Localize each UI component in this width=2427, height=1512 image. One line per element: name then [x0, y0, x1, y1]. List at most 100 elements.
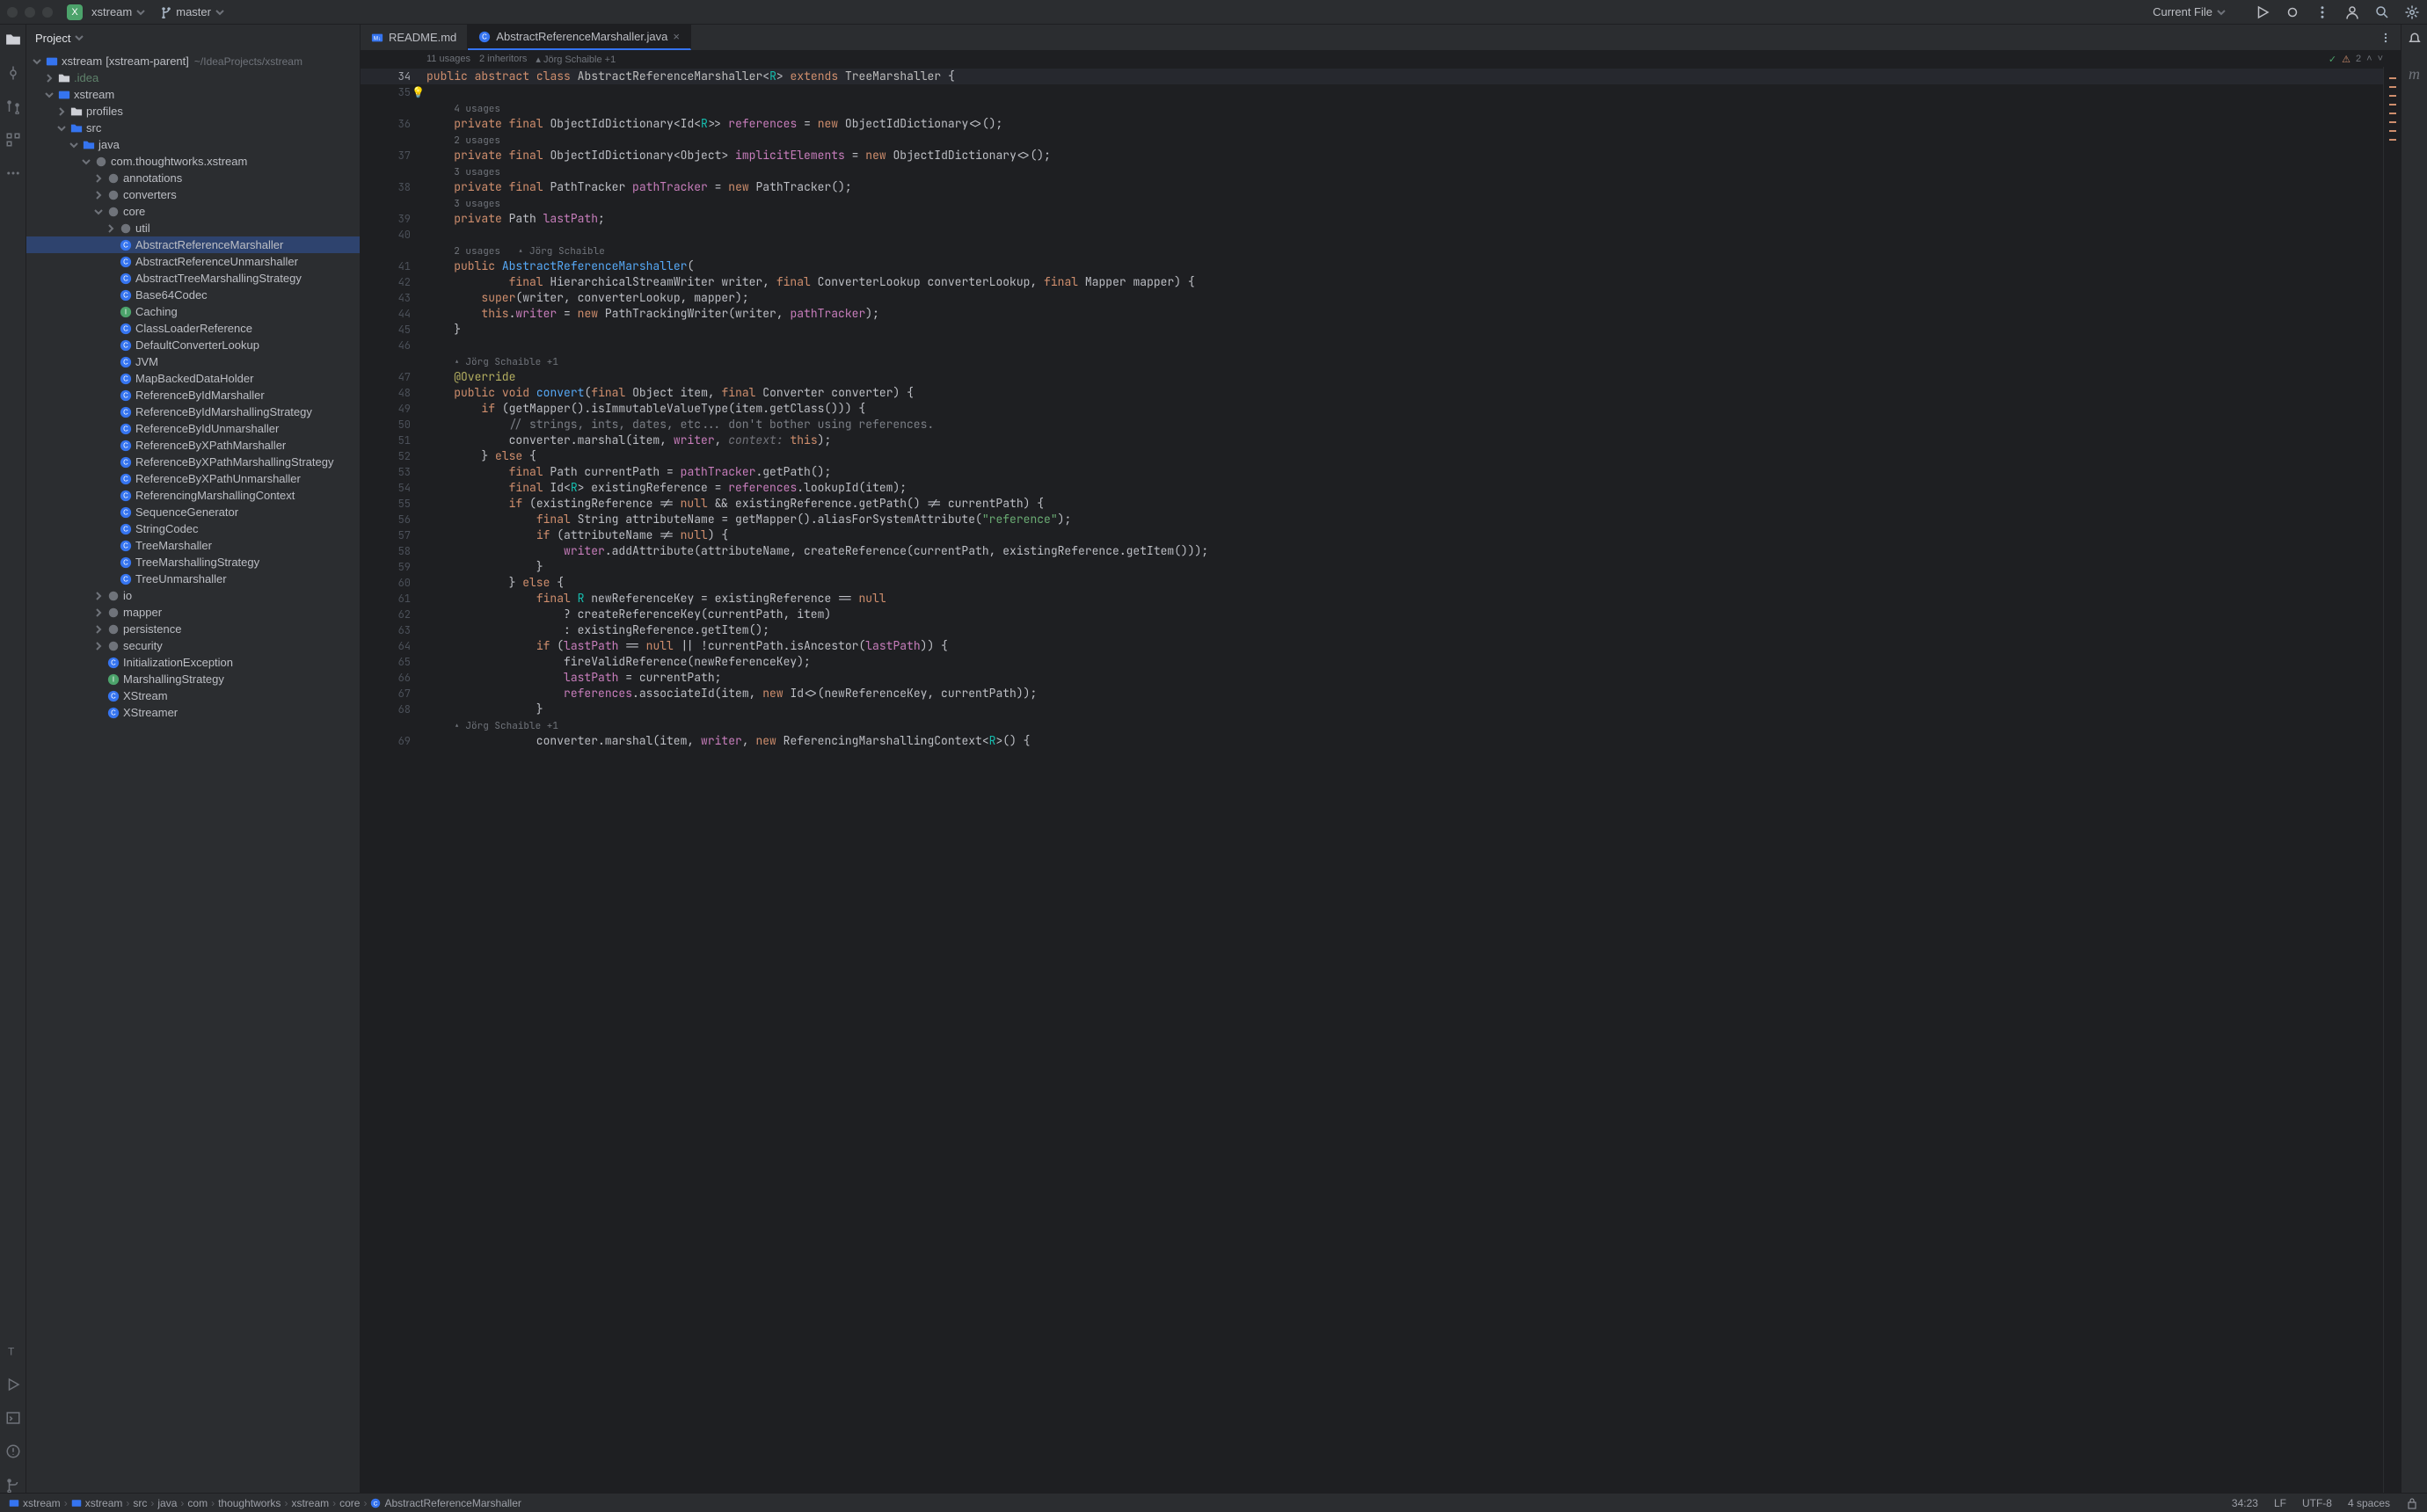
gutter-line[interactable]: 63	[361, 622, 426, 638]
tree-row[interactable]: MarshallingStrategy	[26, 671, 360, 687]
tree-row[interactable]: XStreamer	[26, 704, 360, 721]
gutter-line[interactable]: 47	[361, 369, 426, 385]
code-line[interactable]: converter.marshal(item, writer, context:…	[426, 433, 2383, 448]
inlay-hint[interactable]: ▴ Jörg Schaible +1	[426, 353, 2383, 369]
chevron-right-icon[interactable]	[93, 624, 104, 635]
gutter-line[interactable]: 66	[361, 670, 426, 686]
code-area[interactable]: public abstract class AbstractReferenceM…	[426, 67, 2383, 1493]
code-line[interactable]: fireValidReference(newReferenceKey);	[426, 654, 2383, 670]
debug-button[interactable]	[2285, 4, 2300, 20]
gutter-line[interactable]: 40	[361, 227, 426, 243]
code-line[interactable]: if (getMapper().isImmutableValueType(ite…	[426, 401, 2383, 417]
inspection-widget[interactable]: ✓ ⚠ 2 ˄ ˅	[2329, 54, 2401, 65]
code-line[interactable]: }	[426, 322, 2383, 338]
gutter-line[interactable]: 42	[361, 274, 426, 290]
intention-bulb-icon[interactable]: 💡	[412, 84, 425, 100]
code-line[interactable]: private final PathTracker pathTracker = …	[426, 179, 2383, 195]
inlay-hint[interactable]: 2 usages	[426, 132, 2383, 148]
problems-tool-button[interactable]	[5, 1443, 21, 1459]
gutter-line[interactable]: 36	[361, 116, 426, 132]
breadcrumb-item[interactable]: xstream	[9, 1497, 61, 1509]
line-separator[interactable]: LF	[2274, 1497, 2286, 1509]
gutter-line[interactable]	[361, 100, 426, 116]
editor-gutter[interactable]: 3435💡36373839404142434445464748495051525…	[361, 67, 426, 1493]
tree-row[interactable]: Base64Codec	[26, 287, 360, 303]
gutter-line[interactable]: 38	[361, 179, 426, 195]
project-selector[interactable]: X xstream	[67, 4, 146, 20]
git-tool-button[interactable]	[5, 1477, 21, 1493]
code-line[interactable]: this.writer = new PathTrackingWriter(wri…	[426, 306, 2383, 322]
tree-row[interactable]: DefaultConverterLookup	[26, 337, 360, 353]
tab-list-button[interactable]	[2380, 32, 2392, 44]
editor-tab[interactable]: README.md	[361, 25, 468, 50]
tree-row[interactable]: src	[26, 120, 360, 136]
tree-row[interactable]: core	[26, 203, 360, 220]
code-line[interactable]: converter.marshal(item, writer, new Refe…	[426, 733, 2383, 749]
tree-row[interactable]: security	[26, 637, 360, 654]
tree-row[interactable]: com.thoughtworks.xstream	[26, 153, 360, 170]
gutter-line[interactable]: 39	[361, 211, 426, 227]
code-line[interactable]	[426, 338, 2383, 353]
tree-row[interactable]: ClassLoaderReference	[26, 320, 360, 337]
gutter-line[interactable]: 48	[361, 385, 426, 401]
pull-requests-tool-button[interactable]	[5, 98, 21, 114]
chevron-right-icon[interactable]	[93, 173, 104, 184]
chevron-down-icon[interactable]	[56, 123, 67, 134]
editor-body[interactable]: 3435💡36373839404142434445464748495051525…	[361, 67, 2401, 1493]
more-actions-button[interactable]	[2314, 4, 2330, 20]
tree-row[interactable]: .idea	[26, 69, 360, 86]
tree-row[interactable]: AbstractReferenceMarshaller	[26, 236, 360, 253]
indent-setting[interactable]: 4 spaces	[2348, 1497, 2390, 1509]
code-line[interactable]: writer.addAttribute(attributeName, creat…	[426, 543, 2383, 559]
gutter-line[interactable]: 59	[361, 559, 426, 575]
chevron-down-icon[interactable]	[32, 56, 42, 67]
code-line[interactable]: private final ObjectIdDictionary<Object>…	[426, 148, 2383, 164]
code-line[interactable]: } else {	[426, 448, 2383, 464]
inlay-hint[interactable]: 3 usages	[426, 195, 2383, 211]
breadcrumb-item[interactable]: com	[187, 1497, 208, 1509]
tree-row[interactable]: ReferenceByIdUnmarshaller	[26, 420, 360, 437]
gutter-line[interactable]: 65	[361, 654, 426, 670]
code-line[interactable]: private final ObjectIdDictionary<Id<R>> …	[426, 116, 2383, 132]
tree-row[interactable]: AbstractReferenceUnmarshaller	[26, 253, 360, 270]
breadcrumb-item[interactable]: java	[157, 1497, 177, 1509]
tree-row[interactable]: ReferenceByIdMarshaller	[26, 387, 360, 403]
inlay-hint[interactable]: 4 usages	[426, 100, 2383, 116]
file-encoding[interactable]: UTF-8	[2302, 1497, 2332, 1509]
error-stripe[interactable]	[2383, 67, 2401, 1493]
code-line[interactable]: }	[426, 559, 2383, 575]
tree-row[interactable]: XStream	[26, 687, 360, 704]
code-line[interactable]: : existingReference.getItem();	[426, 622, 2383, 638]
tree-row[interactable]: annotations	[26, 170, 360, 186]
code-line[interactable]: lastPath = currentPath;	[426, 670, 2383, 686]
close-window[interactable]	[7, 7, 18, 18]
tree-row[interactable]: JVM	[26, 353, 360, 370]
search-everywhere-button[interactable]	[2374, 4, 2390, 20]
code-line[interactable]: if (attributeName != null) {	[426, 527, 2383, 543]
readonly-toggle[interactable]	[2406, 1497, 2418, 1509]
tree-row[interactable]: ReferencingMarshallingContext	[26, 487, 360, 504]
author-hint[interactable]: ▴ Jörg Schaible +1	[536, 54, 616, 65]
settings-button[interactable]	[2404, 4, 2420, 20]
code-line[interactable]	[426, 84, 2383, 100]
code-with-me-button[interactable]	[2344, 4, 2360, 20]
code-line[interactable]: final HierarchicalStreamWriter writer, f…	[426, 274, 2383, 290]
code-line[interactable]	[426, 227, 2383, 243]
terminal-tool-button[interactable]	[5, 1410, 21, 1426]
gutter-line[interactable]: 53	[361, 464, 426, 480]
commit-tool-button[interactable]	[5, 65, 21, 81]
breadcrumb-item[interactable]: src	[133, 1497, 147, 1509]
maven-tool-button[interactable]: m	[2409, 65, 2420, 84]
gutter-line[interactable]: 61	[361, 591, 426, 607]
gutter-line[interactable]: 45	[361, 322, 426, 338]
notifications-tool-button[interactable]	[2407, 32, 2423, 47]
gutter-line[interactable]: 34	[361, 69, 426, 84]
code-line[interactable]: references.associateId(item, new Id<>(ne…	[426, 686, 2383, 701]
project-panel-header[interactable]: Project	[26, 25, 360, 51]
gutter-line[interactable]	[361, 717, 426, 733]
chevron-right-icon[interactable]	[93, 641, 104, 651]
caret-position[interactable]: 34:23	[2232, 1497, 2258, 1509]
usages-hint[interactable]: 11 usages	[426, 54, 470, 64]
more-tools-button[interactable]	[5, 165, 21, 181]
tree-row[interactable]: AbstractTreeMarshallingStrategy	[26, 270, 360, 287]
